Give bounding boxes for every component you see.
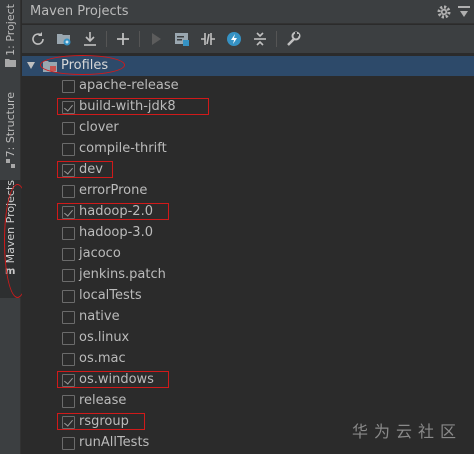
execute-goal-icon bbox=[175, 33, 189, 46]
checked-profile-annotation bbox=[57, 371, 169, 388]
add-project-button[interactable] bbox=[112, 28, 134, 50]
profile-item[interactable]: build-with-jdk8 bbox=[22, 97, 474, 118]
tab-structure-label: 7: Structure bbox=[4, 92, 17, 158]
generate-sources-button[interactable] bbox=[53, 28, 75, 50]
profile-label: compile-thrift bbox=[79, 141, 167, 156]
checked-profile-annotation bbox=[57, 413, 145, 430]
window-title: Maven Projects bbox=[30, 4, 129, 19]
profile-item[interactable]: localTests bbox=[22, 286, 474, 307]
maven-settings-button[interactable] bbox=[282, 28, 304, 50]
profile-item[interactable]: os.mac bbox=[22, 349, 474, 370]
collapse-all-icon bbox=[254, 32, 266, 46]
profile-item[interactable]: errorProne bbox=[22, 181, 474, 202]
tab-structure[interactable]: 7: Structure bbox=[0, 92, 21, 170]
profile-item[interactable]: jacoco bbox=[22, 244, 474, 265]
profile-label: apache-release bbox=[79, 78, 179, 93]
refresh-icon bbox=[32, 32, 44, 45]
profile-checkbox[interactable] bbox=[62, 395, 75, 408]
download-icon bbox=[84, 32, 96, 46]
folder-icon bbox=[5, 58, 16, 67]
run-icon bbox=[152, 33, 161, 45]
structure-icon bbox=[6, 159, 15, 169]
profile-label: errorProne bbox=[79, 183, 148, 198]
profile-item[interactable]: os.windows bbox=[22, 370, 474, 391]
profile-checkbox[interactable] bbox=[62, 269, 75, 282]
profile-item[interactable]: native bbox=[22, 307, 474, 328]
hide-panel-icon[interactable] bbox=[458, 6, 470, 18]
profile-label: jenkins.patch bbox=[79, 267, 166, 282]
profile-checkbox[interactable] bbox=[62, 122, 75, 135]
profile-checkbox[interactable] bbox=[62, 311, 75, 324]
generate-sources-icon bbox=[57, 34, 71, 46]
profile-label: runAllTests bbox=[79, 435, 150, 450]
profile-checkbox[interactable] bbox=[62, 80, 75, 93]
collapse-all-button[interactable] bbox=[249, 28, 271, 50]
tab-project[interactable]: 1: Project bbox=[0, 4, 21, 69]
profile-item[interactable]: hadoop-2.0 bbox=[22, 202, 474, 223]
profile-label: os.mac bbox=[79, 351, 126, 366]
profile-item[interactable]: compile-thrift bbox=[22, 139, 474, 160]
checked-profile-annotation bbox=[57, 98, 209, 115]
settings-wrench-icon bbox=[287, 31, 301, 46]
profile-label: release bbox=[79, 393, 127, 408]
profile-item[interactable]: jenkins.patch bbox=[22, 265, 474, 286]
profile-checkbox[interactable] bbox=[62, 248, 75, 261]
tab-project-label: 1: Project bbox=[4, 4, 17, 56]
expand-arrow-icon[interactable] bbox=[27, 62, 35, 69]
skip-tests-icon bbox=[227, 32, 241, 46]
toolbar bbox=[22, 25, 474, 53]
toggle-offline-button[interactable] bbox=[197, 28, 219, 50]
toolbar-separator bbox=[276, 31, 277, 47]
tool-window-header: Maven Projects bbox=[22, 0, 474, 24]
profile-item[interactable]: clover bbox=[22, 118, 474, 139]
toolbar-separator bbox=[106, 31, 107, 47]
profile-label: clover bbox=[79, 120, 119, 135]
toolbar-separator bbox=[139, 31, 140, 47]
profile-label: localTests bbox=[79, 288, 142, 303]
maven-tree: Profiles apache-release build-with-jdk8 cl… bbox=[22, 54, 474, 454]
profile-checkbox[interactable] bbox=[62, 437, 75, 450]
profile-label: os.linux bbox=[79, 330, 130, 345]
checked-profile-annotation bbox=[57, 161, 113, 178]
profile-checkbox[interactable] bbox=[62, 353, 75, 366]
profile-item[interactable]: hadoop-3.0 bbox=[22, 223, 474, 244]
toggle-offline-icon bbox=[201, 33, 215, 45]
download-button[interactable] bbox=[79, 28, 101, 50]
profile-item[interactable]: apache-release bbox=[22, 76, 474, 97]
profile-item[interactable]: dev bbox=[22, 160, 474, 181]
profiles-annotation bbox=[40, 55, 125, 75]
watermark: 华为云社区 bbox=[351, 422, 462, 441]
profile-checkbox[interactable] bbox=[62, 227, 75, 240]
gear-icon[interactable] bbox=[436, 4, 452, 20]
profile-label: jacoco bbox=[79, 246, 121, 261]
reimport-button[interactable] bbox=[27, 28, 49, 50]
checked-profile-annotation bbox=[57, 203, 169, 220]
profile-checkbox[interactable] bbox=[62, 332, 75, 345]
profile-label: native bbox=[79, 309, 120, 324]
run-button[interactable] bbox=[145, 28, 167, 50]
add-icon bbox=[117, 33, 129, 45]
profile-item[interactable]: release bbox=[22, 391, 474, 412]
profile-label: hadoop-3.0 bbox=[79, 225, 153, 240]
profile-checkbox[interactable] bbox=[62, 290, 75, 303]
skip-tests-button[interactable] bbox=[223, 28, 245, 50]
execute-goal-button[interactable] bbox=[171, 28, 193, 50]
profile-checkbox[interactable] bbox=[62, 143, 75, 156]
profile-checkbox[interactable] bbox=[62, 185, 75, 198]
profile-item[interactable]: os.linux bbox=[22, 328, 474, 349]
